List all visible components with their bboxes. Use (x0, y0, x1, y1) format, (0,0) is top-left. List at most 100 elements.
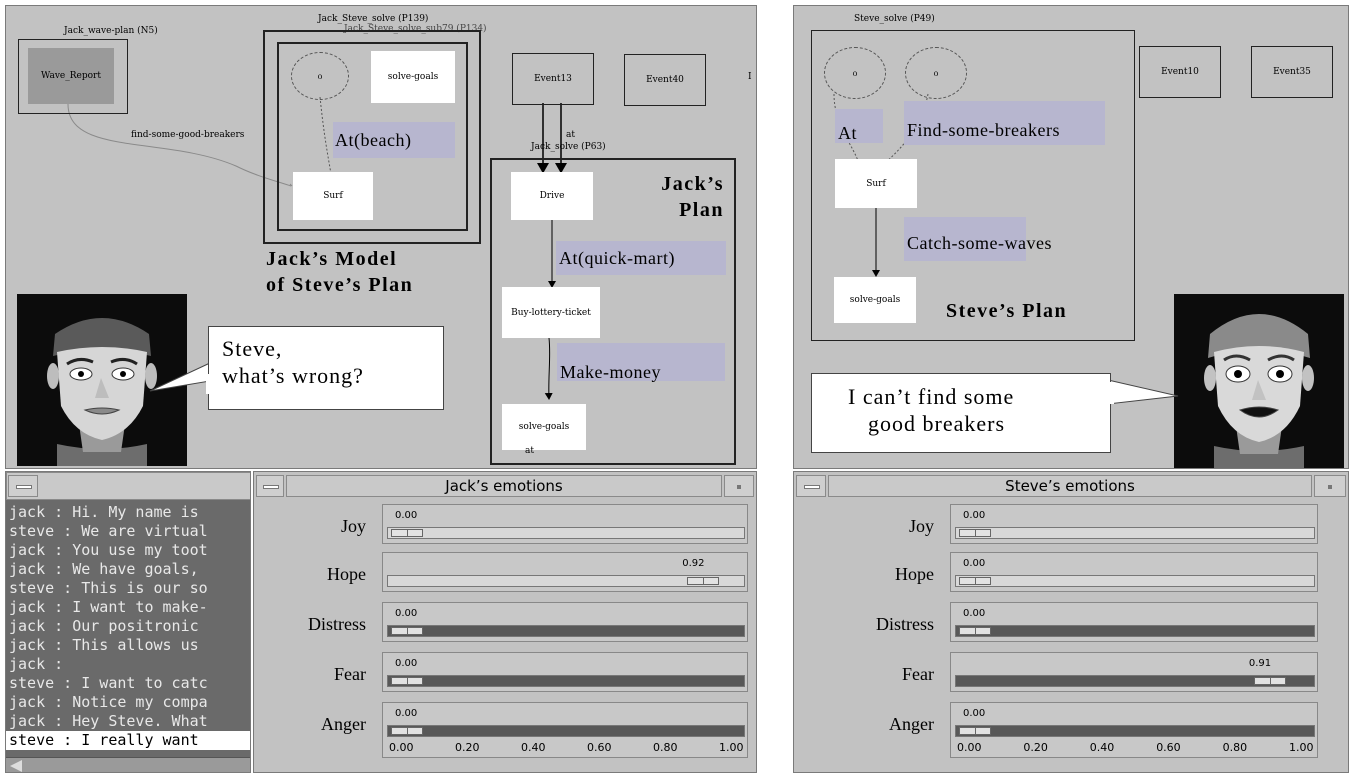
chat-line[interactable]: jack : This allows us (6, 636, 250, 655)
surf-node[interactable]: Surf (293, 172, 373, 220)
event35-node[interactable]: Event35 (1251, 46, 1333, 98)
emotion-trough-hope[interactable] (955, 575, 1315, 587)
steve-surf-node[interactable]: Surf (835, 159, 917, 208)
axis-tick-label: 0.40 (1089, 741, 1115, 754)
solve-goals-node[interactable]: solve-goals (371, 51, 455, 103)
emotion-slider-thumb[interactable] (959, 627, 991, 635)
cut-off-label: I (748, 72, 752, 82)
goal-circle-2[interactable]: o (905, 47, 967, 99)
wave-plan-title: Jack_wave-plan (N5) (64, 26, 158, 36)
chat-scrollbar[interactable] (6, 757, 250, 772)
jack-emotions-menu-button[interactable] (256, 475, 284, 497)
event40-node[interactable]: Event40 (624, 54, 706, 106)
jack-speech-line2: what’s wrong? (222, 363, 364, 388)
emotion-slider-thumb[interactable] (959, 727, 991, 735)
chat-line[interactable]: jack : Hi. My name is (6, 503, 250, 522)
emotion-slider-thumb[interactable] (959, 529, 991, 537)
jack-plan-caption-line1: Jack’s (661, 173, 724, 195)
jack-plan-panel: Jack_wave-plan (N5) Wave_Report find-som… (5, 5, 757, 469)
chat-window-menu-button[interactable] (8, 475, 38, 497)
emotion-slider-fear[interactable]: 0.91 (950, 652, 1318, 692)
model-caption-line2: of Steve’s Plan (266, 274, 414, 296)
chat-line-selected[interactable]: steve : I really want (6, 731, 250, 750)
emotion-label-distress: Distress (876, 614, 934, 634)
emotion-slider-hope[interactable]: 0.00 (950, 552, 1318, 592)
goal-circle[interactable]: o (291, 52, 349, 100)
chat-line[interactable]: steve : We are virtual (6, 522, 250, 541)
emotion-trough-distress[interactable] (955, 625, 1315, 637)
steve-emotions-menu-button[interactable] (796, 475, 826, 497)
wave-report-node[interactable]: Wave_Report (28, 48, 114, 104)
jack-plan-caption: Jack’s Plan (620, 171, 724, 223)
chat-line[interactable]: jack : We have goals, (6, 560, 250, 579)
chat-line[interactable]: jack : Hey Steve. What (6, 712, 250, 731)
find-breakers-edge-label: find-some-good-breakers (131, 130, 245, 140)
chat-line[interactable]: jack : Our positronic (6, 617, 250, 636)
chat-line[interactable]: jack : (6, 655, 250, 674)
emotion-slider-distress[interactable]: 0.00 (382, 602, 748, 642)
steve-speech-line2: good breakers (868, 411, 1006, 436)
emotion-trough-anger[interactable] (387, 725, 745, 737)
buy-lottery-node[interactable]: Buy-lottery-ticket (502, 287, 600, 338)
emotion-trough-joy[interactable] (387, 527, 745, 539)
steve-solve-title: Jack_Steve_solve (P139) (318, 14, 429, 24)
emotion-slider-anger[interactable]: 0.00 0.00 0.20 0.40 0.60 0.80 1.00 (382, 702, 748, 758)
make-money-label: Make-money (557, 343, 725, 382)
jack-emotions-close-button[interactable] (724, 475, 754, 497)
axis-tick-label: 0.20 (455, 741, 480, 754)
jack-solve-title: Jack_solve (P63) (531, 142, 606, 152)
steve-solve-title: Steve_solve (P49) (854, 14, 935, 24)
emotion-slider-thumb[interactable] (391, 677, 423, 685)
emotion-slider-distress[interactable]: 0.00 (950, 602, 1318, 642)
steve-emotions-close-button[interactable] (1314, 475, 1346, 497)
axis-tick-label: 0.80 (1222, 741, 1248, 754)
emotion-slider-hope[interactable]: 0.92 (382, 552, 748, 592)
find-breakers-label: Find-some-breakers (904, 101, 1105, 145)
event10-node[interactable]: Event10 (1139, 46, 1221, 98)
emotion-slider-thumb[interactable] (1253, 677, 1286, 685)
emotion-value-hope: 0.00 (963, 558, 986, 569)
chat-title-bar[interactable] (6, 472, 250, 500)
emotion-slider-thumb[interactable] (959, 577, 991, 585)
emotion-label-anger: Anger (321, 714, 366, 734)
emotion-value-joy: 0.00 (395, 510, 418, 521)
emotion-slider-thumb[interactable] (391, 529, 423, 537)
chat-line[interactable]: steve : This is our so (6, 579, 250, 598)
emotion-trough-fear[interactable] (955, 675, 1315, 687)
emotion-trough-distress[interactable] (387, 625, 745, 637)
steve-solve-goals-node[interactable]: solve-goals (834, 277, 916, 323)
emotion-slider-fear[interactable]: 0.00 (382, 652, 748, 692)
solve-goals-node-2[interactable]: solve-goals (502, 404, 586, 450)
steve-emotions-title[interactable]: Steve’s emotions (828, 475, 1312, 497)
scroll-left-arrow-icon[interactable] (10, 760, 22, 772)
emotion-trough-anger[interactable] (955, 725, 1315, 737)
emotion-trough-fear[interactable] (387, 675, 745, 687)
emotion-label-distress: Distress (308, 614, 366, 634)
catch-waves-label: Catch-some-waves (904, 217, 1051, 261)
chat-line[interactable]: steve : I want to catc (6, 674, 250, 693)
emotion-slider-anger[interactable]: 0.00 0.00 0.20 0.40 0.60 0.80 1.00 (950, 702, 1318, 758)
chat-line[interactable]: jack : Notice my compa (6, 693, 250, 712)
emotion-trough-joy[interactable] (955, 527, 1315, 539)
goal-circle-1[interactable]: o (824, 47, 886, 99)
emotion-trough-hope[interactable] (387, 575, 745, 587)
event13-node[interactable]: Event13 (512, 53, 594, 105)
jack-emotions-title[interactable]: Jack’s emotions (286, 475, 722, 497)
axis-tick-label: 0.00 (957, 741, 982, 754)
wave-report-edge (67, 103, 292, 187)
emotion-slider-thumb[interactable] (391, 727, 423, 735)
jack-plan-caption-line2: Plan (679, 199, 724, 221)
emotion-slider-joy[interactable]: 0.00 (382, 504, 748, 544)
emotion-slider-thumb[interactable] (391, 627, 423, 635)
steve-speech-tail (1107, 379, 1179, 405)
axis-tick-label: 0.40 (521, 741, 546, 754)
emotion-slider-joy[interactable]: 0.00 (950, 504, 1318, 544)
at-label: At (835, 109, 883, 143)
axis-tick-label: 0.00 (389, 741, 414, 754)
model-caption: Jack’s Model of Steve’s Plan (266, 246, 413, 298)
steve-speech-bubble: I can’t find some good breakers (811, 373, 1111, 453)
chat-line[interactable]: jack : I want to make- (6, 598, 250, 617)
chat-line[interactable]: jack : You use my toot (6, 541, 250, 560)
drive-node[interactable]: Drive (511, 172, 593, 220)
emotion-slider-thumb[interactable] (687, 577, 720, 585)
